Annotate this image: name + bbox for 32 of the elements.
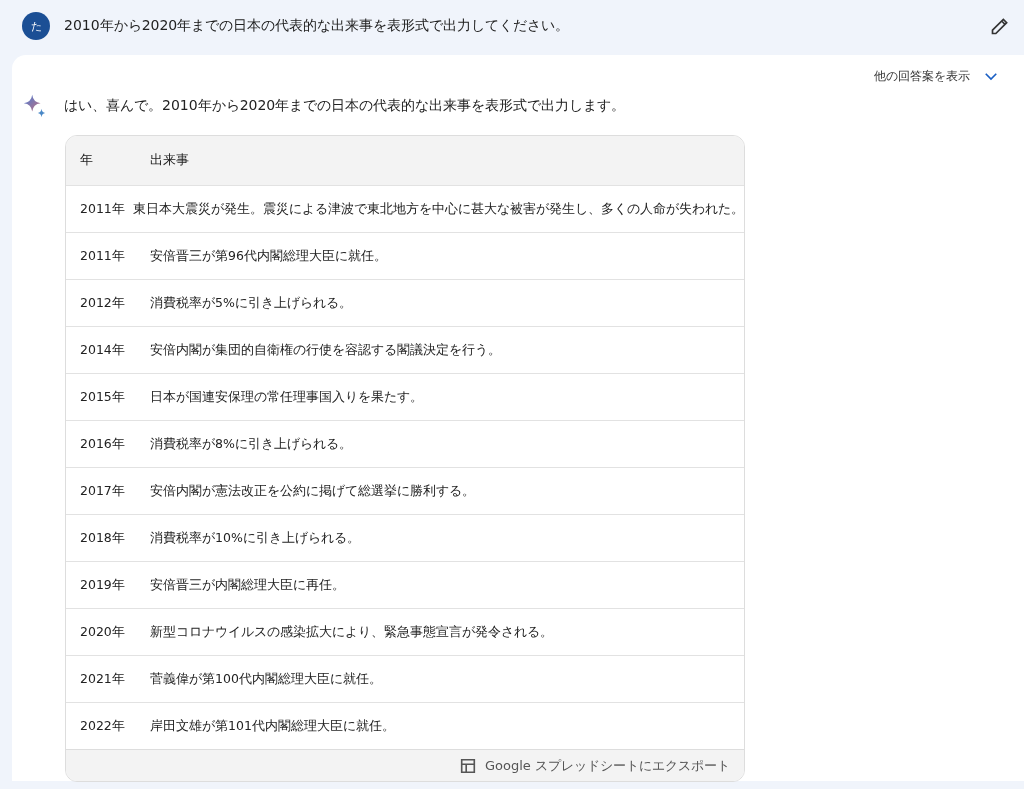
table-cell-text: 安倍内閣が集団的自衛権の行使を容認する閣議決定を行う。 <box>150 341 502 359</box>
table-cell-text: 2017年 <box>79 482 126 500</box>
table-cell-text: 消費税率が5%に引き上げられる。 <box>150 294 353 312</box>
table-cell-text: 2015年 <box>79 388 126 406</box>
table-cell-text: 2019年 <box>79 576 126 594</box>
column-header: 年 <box>79 152 94 169</box>
table-cell-text: 安倍内閣が憲法改正を公約に掲げて総選挙に勝利する。 <box>150 482 476 500</box>
table-cell-text: 2021年 <box>79 670 126 688</box>
table-cell-text: 2012年 <box>79 294 126 312</box>
show-drafts-button[interactable]: 他の回答案を表示 <box>874 67 1000 85</box>
table-cell-text: 2022年 <box>79 717 126 735</box>
table-cell-text: 2011年 <box>79 247 126 265</box>
user-avatar: た <box>22 12 50 40</box>
table-cell-text: 新型コロナウイルスの感染拡大により、緊急事態宣言が発令される。 <box>150 623 554 641</box>
column-header: 出来事 <box>150 152 190 169</box>
table-cell-text: 菅義偉が第100代内閣総理大臣に就任。 <box>150 670 383 688</box>
table-cell: 東日本大震災が発生。震災による津波で東北地方を中心に甚大な被害が発生し、多くの人命が失われた。 <box>133 200 744 218</box>
table-cell-text: 岸田文雄が第101代内閣総理大臣に就任。 <box>150 717 396 735</box>
prompt-text: 2010年から2020年までの日本の代表的な出来事を表形式で出力してください。 <box>64 17 571 35</box>
table-cell-text: 消費税率が8%に引き上げられる。 <box>150 435 353 453</box>
edit-icon[interactable] <box>990 16 1010 36</box>
table-cell-text: 安倍晋三が第96代内閣総理大臣に就任。 <box>150 247 388 265</box>
table-cell-text: 日本が国連安保理の常任理事国入りを果たす。 <box>150 388 424 406</box>
table-cell-text: 2014年 <box>79 341 126 359</box>
table-cell-text: 消費税率が10%に引き上げられる。 <box>150 529 361 547</box>
table-cell-text: 2016年 <box>79 435 126 453</box>
table-cell-text: 2011年 <box>79 200 126 218</box>
table-cell-text: 2020年 <box>79 623 126 641</box>
table-cell-text: 安倍晋三が内閣総理大臣に再任。 <box>150 576 346 594</box>
table-icon <box>459 756 477 775</box>
table-cell-text: 2018年 <box>79 529 126 547</box>
response-text: はい、喜んで。2010年から2020年までの日本の代表的な出来事を表形式で出力します。 <box>64 97 626 115</box>
